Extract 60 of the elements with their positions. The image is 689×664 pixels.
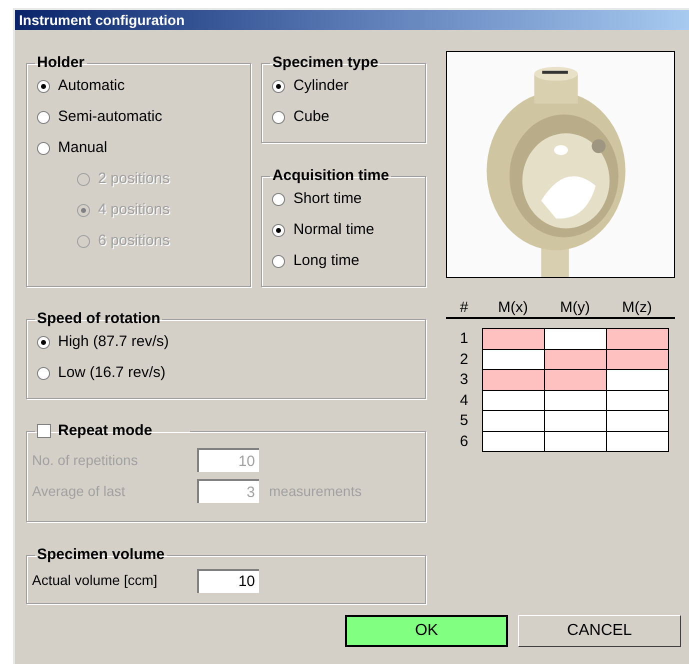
group-title: Speed of rotation — [37, 310, 160, 327]
table-cell[interactable] — [545, 329, 607, 350]
checkbox[interactable] — [37, 424, 51, 438]
group-title: Specimen type — [272, 54, 378, 71]
radio-button[interactable] — [37, 142, 50, 155]
table-cell[interactable] — [483, 390, 545, 411]
column-header: M(x) — [497, 299, 529, 317]
radio-button[interactable] — [272, 193, 286, 206]
radio-button[interactable] — [37, 367, 50, 380]
row-number: 2 — [458, 350, 470, 370]
dialog-button[interactable]: OK — [345, 615, 508, 647]
radio-label: Low (16.7 rev/s) — [58, 363, 166, 384]
table-cell[interactable] — [607, 411, 669, 432]
radio-button[interactable] — [37, 336, 50, 349]
radio-button[interactable] — [272, 111, 286, 124]
radio-button[interactable] — [272, 80, 286, 93]
column-header: M(y) — [559, 299, 591, 317]
dialog-button[interactable]: CANCEL — [518, 615, 681, 647]
group-title: Repeat mode — [58, 421, 152, 441]
table-cell[interactable] — [483, 432, 545, 452]
radio-label: Cube — [293, 107, 330, 128]
table-cell[interactable] — [607, 432, 669, 452]
row-number: 4 — [458, 390, 470, 410]
table-cell[interactable] — [483, 370, 545, 390]
table-cell[interactable] — [545, 370, 607, 390]
table-cell[interactable] — [607, 390, 669, 411]
radio-label: Long time — [293, 251, 360, 272]
row-number: 1 — [458, 329, 470, 349]
radio-label: Cylinder — [293, 76, 348, 96]
table-cell[interactable] — [545, 432, 607, 452]
table-cell[interactable] — [607, 329, 669, 350]
row-number: 6 — [458, 432, 470, 452]
table-cell[interactable] — [483, 350, 545, 370]
radio-button[interactable] — [272, 224, 286, 237]
table-cell[interactable] — [483, 411, 545, 432]
group-title: Holder — [37, 54, 85, 71]
column-header: # — [458, 299, 470, 317]
table-cell[interactable] — [545, 350, 607, 370]
group-title: Acquisition time — [272, 167, 390, 184]
radio-label: High (87.7 rev/s) — [58, 332, 169, 352]
radio-label: Normal time — [293, 220, 374, 240]
radio-button[interactable] — [37, 111, 50, 124]
window-title: Instrument configuration — [15, 10, 689, 30]
table-cell[interactable] — [545, 411, 607, 432]
table-cell[interactable] — [607, 370, 669, 390]
radio-label: Automatic — [58, 76, 125, 96]
table-cell[interactable] — [483, 329, 545, 350]
field-label: Actual volume [ccm] — [32, 571, 158, 590]
row-number: 5 — [458, 411, 470, 431]
radio-label: Short time — [293, 189, 362, 210]
radio-label: Manual — [58, 138, 108, 158]
radio-label: Semi-automatic — [58, 107, 162, 128]
row-number: 3 — [458, 370, 470, 390]
radio-button[interactable] — [272, 255, 286, 268]
table-cell[interactable] — [607, 350, 669, 370]
table-cell[interactable] — [545, 390, 607, 411]
group-title: Specimen volume — [37, 546, 165, 563]
column-header: M(z) — [621, 299, 653, 317]
input-field[interactable]: 10 — [197, 568, 259, 592]
radio-button[interactable] — [37, 80, 50, 93]
